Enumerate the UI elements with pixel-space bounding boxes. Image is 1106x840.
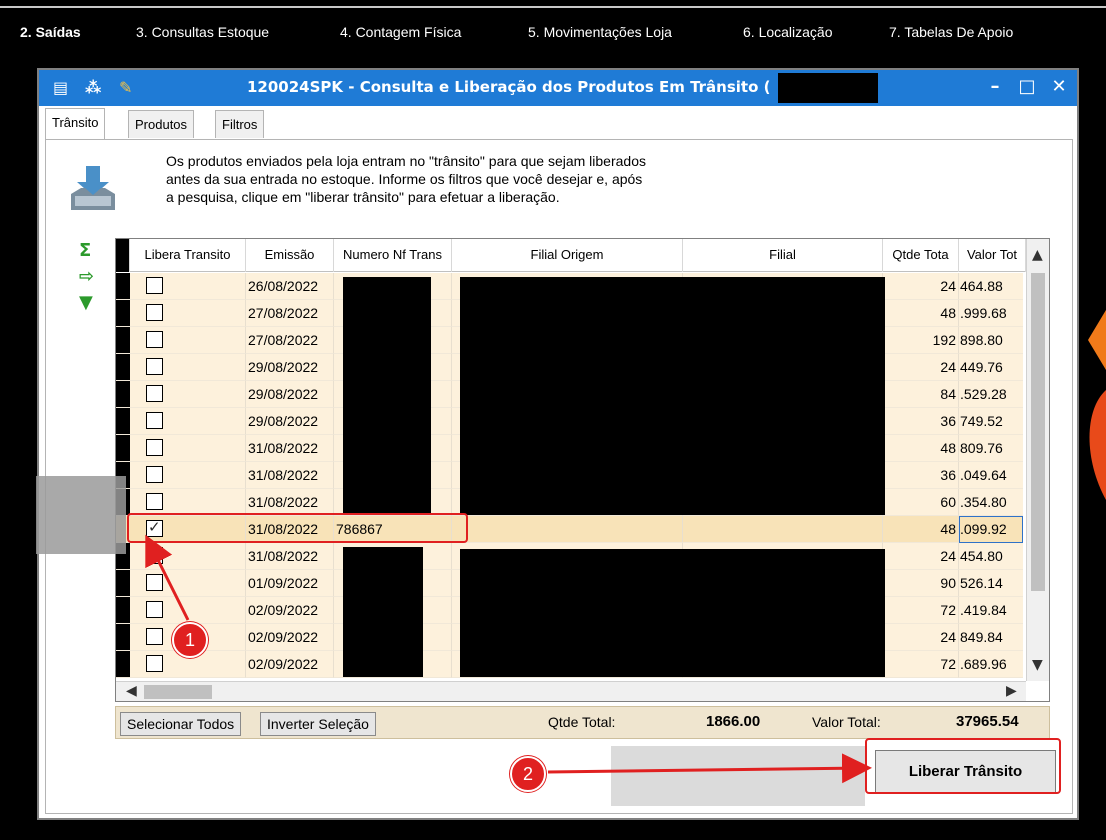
arrow-step2 [547, 753, 872, 784]
step-badge-1: 1 [172, 622, 208, 658]
step-badge-2: 2 [510, 756, 546, 792]
tab-transito[interactable]: Trânsito [45, 108, 106, 139]
arrow-step1 [145, 534, 190, 621]
annotation-arrows [145, 534, 872, 784]
